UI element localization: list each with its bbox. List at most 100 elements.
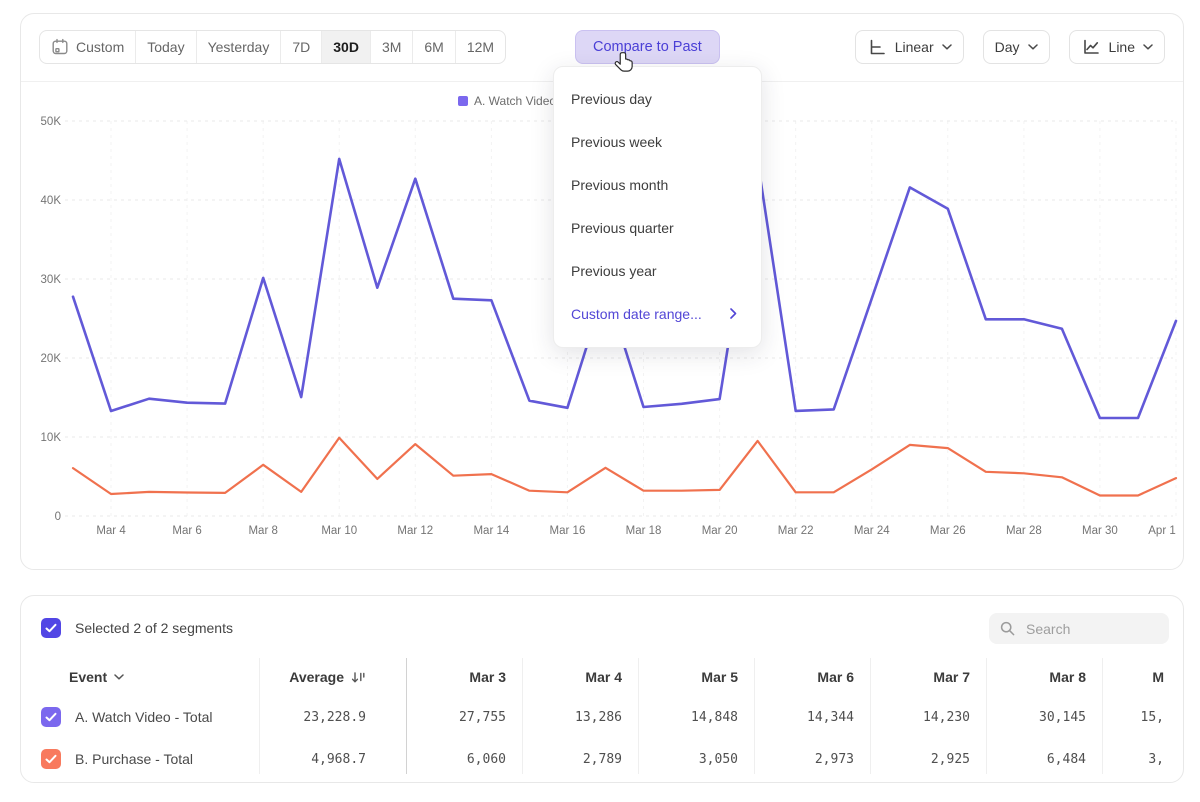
preset-today[interactable]: Today — [135, 31, 195, 63]
day-value-cell: 14,344 — [754, 710, 870, 725]
x-axis-tick-label: Mar 16 — [550, 525, 586, 537]
x-axis-tick-label: Mar 22 — [778, 525, 814, 537]
average-value: 23,228.9 — [303, 710, 366, 725]
chart-display-controls: Linear Day — [855, 30, 1165, 64]
menu-item-label: Previous year — [571, 263, 657, 279]
preset-label: 30D — [333, 39, 359, 55]
day-column-header: Mar 5 — [638, 669, 754, 685]
x-axis-tick-label: Apr 1 — [1148, 525, 1176, 537]
line-chart-icon — [1081, 37, 1101, 57]
day-value-cell: 6,060 — [406, 752, 522, 767]
menu-item-label: Previous month — [571, 177, 668, 193]
preset-yesterday[interactable]: Yesterday — [196, 31, 281, 63]
menu-item-previous-day[interactable]: Previous day — [554, 77, 761, 120]
preset-label: 3M — [382, 39, 401, 55]
day-value-cell: 6,484 — [986, 752, 1102, 767]
chart-toolbar: Custom Today Yesterday 7D 30D 3M 6M 12M Compare… — [39, 30, 1165, 64]
day-value-cell: 30,145 — [986, 710, 1102, 725]
y-axis-tick-label: 30K — [41, 274, 62, 286]
menu-item-label: Previous day — [571, 91, 652, 107]
day-value-cell: 3,050 — [638, 752, 754, 767]
chart-type-selector-label: Line — [1109, 39, 1135, 55]
x-axis-tick-label: Mar 14 — [473, 525, 509, 537]
legend-swatch — [458, 96, 468, 106]
day-column-header: Mar 7 — [870, 669, 986, 685]
x-axis-tick-label: Mar 20 — [702, 525, 738, 537]
chevron-down-icon — [1143, 44, 1153, 50]
analytics-dashboard: Custom Today Yesterday 7D 30D 3M 6M 12M Compare… — [0, 0, 1200, 802]
average-cell: 4,968.7 — [259, 752, 406, 767]
preset-7d[interactable]: 7D — [280, 31, 321, 63]
x-axis-tick-label: Mar 18 — [626, 525, 662, 537]
check-icon — [45, 754, 57, 764]
menu-item-previous-month[interactable]: Previous month — [554, 163, 761, 206]
day-value-cell: 2,925 — [870, 752, 986, 767]
menu-item-previous-week[interactable]: Previous week — [554, 120, 761, 163]
search-input[interactable] — [1024, 620, 1159, 638]
day-column-header: Mar 4 — [522, 669, 638, 685]
y-axis-tick-label: 50K — [41, 116, 62, 128]
table-header-row: EventAverageMar 3Mar 4Mar 5Mar 6Mar 7Mar… — [21, 658, 1183, 696]
search-icon — [999, 620, 1016, 637]
segment-label: A. Watch Video - Total — [75, 709, 212, 725]
event-column-header[interactable]: Event — [21, 669, 259, 685]
preset-12m[interactable]: 12M — [455, 31, 505, 63]
menu-item-label: Previous quarter — [571, 220, 674, 236]
check-icon — [45, 623, 57, 633]
scale-selector-button[interactable]: Linear — [855, 30, 964, 64]
selected-summary: Selected 2 of 2 segments — [75, 620, 233, 636]
menu-item-label: Custom date range... — [571, 306, 702, 322]
y-axis-tick-label: 20K — [41, 353, 62, 365]
event-cell: B. Purchase - Total — [21, 749, 259, 769]
day-value-cell: 27,755 — [406, 710, 522, 725]
axis-linear-icon — [867, 37, 887, 57]
menu-item-custom-date-range[interactable]: Custom date range... — [554, 292, 761, 335]
x-axis-tick-label: Mar 26 — [930, 525, 966, 537]
select-all-checkbox[interactable] — [41, 618, 61, 638]
day-column-header: Mar 6 — [754, 669, 870, 685]
day-column-header: Mar 8 — [986, 669, 1102, 685]
average-header-label: Average — [289, 669, 344, 685]
chevron-down-icon — [1028, 44, 1038, 50]
chevron-down-icon — [942, 44, 952, 50]
table-row: B. Purchase - Total4,968.76,0602,7893,05… — [21, 738, 1183, 780]
preset-6m[interactable]: 6M — [412, 31, 454, 63]
x-axis-tick-label: Mar 12 — [397, 525, 433, 537]
event-cell: A. Watch Video - Total — [21, 707, 259, 727]
chevron-right-icon — [730, 308, 737, 319]
day-value-cell: 13,286 — [522, 710, 638, 725]
preset-custom[interactable]: Custom — [40, 31, 135, 63]
menu-item-previous-quarter[interactable]: Previous quarter — [554, 206, 761, 249]
preset-3m[interactable]: 3M — [370, 31, 412, 63]
segment-checkbox[interactable] — [41, 707, 61, 727]
day-value-cell: 14,230 — [870, 710, 986, 725]
preset-label: 6M — [424, 39, 443, 55]
y-axis-tick-label: 10K — [41, 432, 62, 444]
date-range-presets: Custom Today Yesterday 7D 30D 3M 6M 12M — [39, 30, 506, 64]
check-icon — [45, 712, 57, 722]
interval-selector-button[interactable]: Day — [983, 30, 1050, 64]
preset-label: Custom — [76, 39, 124, 55]
preset-label: Today — [147, 39, 184, 55]
x-axis-tick-label: Mar 10 — [321, 525, 357, 537]
compare-to-past-button[interactable]: Compare to Past — [575, 30, 720, 64]
segment-checkbox[interactable] — [41, 749, 61, 769]
average-cell: 23,228.9 — [259, 710, 406, 725]
menu-item-label: Previous week — [571, 134, 662, 150]
segment-label: B. Purchase - Total — [75, 751, 193, 767]
interval-selector-label: Day — [995, 39, 1020, 55]
preset-30d[interactable]: 30D — [321, 31, 370, 63]
x-axis-tick-label: Mar 24 — [854, 525, 890, 537]
x-axis-tick-label: Mar 28 — [1006, 525, 1042, 537]
preset-label: 7D — [292, 39, 310, 55]
average-value: 4,968.7 — [311, 752, 366, 767]
series-line-b-purchase-total — [73, 438, 1176, 496]
event-header-label: Event — [69, 669, 107, 685]
menu-item-previous-year[interactable]: Previous year — [554, 249, 761, 292]
sort-descending-icon — [350, 670, 366, 685]
select-all-row: Selected 2 of 2 segments — [41, 618, 233, 638]
average-column-header[interactable]: Average — [259, 669, 406, 685]
chart-type-selector-button[interactable]: Line — [1069, 30, 1165, 64]
segments-table: EventAverageMar 3Mar 4Mar 5Mar 6Mar 7Mar… — [21, 658, 1183, 780]
scale-selector-label: Linear — [895, 39, 934, 55]
